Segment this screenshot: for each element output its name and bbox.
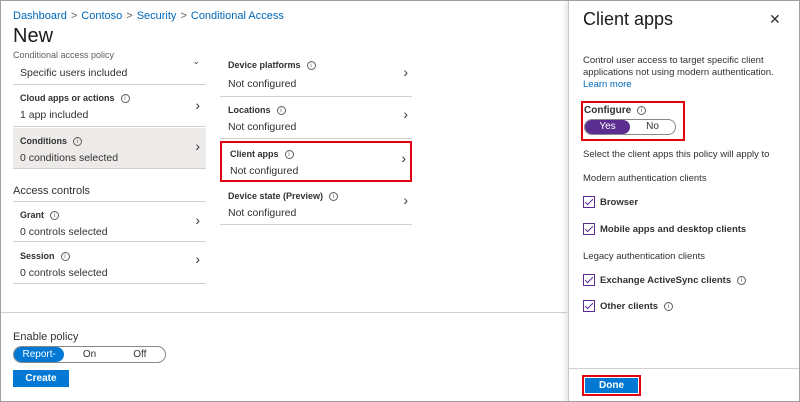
client-apps-title: Client apps i [230,149,294,160]
info-icon: i [637,105,647,115]
info-icon: i [73,137,82,147]
client-apps-value: Not configured [230,165,299,177]
users-row[interactable]: Specific users included ⌄ [13,56,206,85]
info-icon: i [329,192,339,202]
conditions-title: Conditions i [20,136,82,147]
checkbox-checked-icon [583,300,595,312]
info-icon: i [284,150,294,160]
info-icon: i [60,252,70,262]
device-platforms-title: Device platforms i [228,60,316,71]
chevron-right-icon: › [403,106,408,122]
info-icon: i [50,211,60,221]
done-button[interactable]: Done [585,378,638,393]
other-clients-checkbox[interactable]: Other clients i [583,300,674,312]
browser-checkbox[interactable]: Browser [583,196,638,208]
breadcrumb-contoso[interactable]: Contoso [81,10,122,22]
chevron-right-icon: › [401,150,406,166]
checkbox-checked-icon [583,223,595,235]
on-option[interactable]: On [64,347,114,362]
info-icon: i [276,106,286,116]
chevron-right-icon: ⌄ [192,56,200,66]
enable-policy-label: Enable policy [13,331,79,343]
chevron-right-icon: › [403,64,408,80]
grant-title: Grant i [20,210,60,221]
device-state-row[interactable]: Device state (Preview) i Not configured › [220,184,412,225]
panel-description: Control user access to target specific c… [583,55,774,78]
page-title: New [13,25,54,47]
chevron-right-icon: > [180,10,187,22]
chevron-right-icon: › [195,97,200,113]
conditions-value: 0 conditions selected [20,152,119,164]
configure-label: Configure i [584,105,647,116]
checkbox-checked-icon [583,196,595,208]
breadcrumb-conditional-access[interactable]: Conditional Access [191,10,284,22]
session-row[interactable]: Session i 0 controls selected › [13,243,206,284]
configure-no-option[interactable]: No [630,120,675,134]
access-controls-heading: Access controls [13,185,91,197]
cloud-apps-value: 1 app included [20,109,89,121]
locations-title: Locations i [228,105,286,116]
learn-more-link[interactable]: Learn more [583,79,632,90]
create-button[interactable]: Create [13,370,69,387]
cloud-apps-title: Cloud apps or actions i [20,93,130,104]
chevron-right-icon: › [195,212,200,228]
device-state-value: Not configured [228,207,297,219]
chevron-right-icon: > [70,10,78,22]
chevron-right-icon: > [126,10,133,22]
conditions-row[interactable]: Conditions i 0 conditions selected › [13,128,206,169]
report-only-option[interactable]: Report-only [14,347,65,375]
select-client-apps-text: Select the client apps this policy will … [583,149,770,160]
page-subtitle: Conditional access policy [13,50,115,60]
locations-value: Not configured [228,121,297,133]
info-icon: i [306,61,316,71]
modern-auth-heading: Modern authentication clients [583,173,707,184]
cloud-apps-row[interactable]: Cloud apps or actions i 1 app included › [13,86,206,127]
chevron-right-icon: › [195,138,200,154]
grant-value: 0 controls selected [20,226,108,238]
configure-toggle[interactable]: Yes No [584,119,676,135]
legacy-auth-heading: Legacy authentication clients [583,251,705,262]
breadcrumb: Dashboard > Contoso > Security > Conditional A… [13,10,284,22]
checkbox-checked-icon [583,274,595,286]
device-platforms-value: Not configured [228,78,297,90]
locations-row[interactable]: Locations i Not configured › [220,98,412,139]
info-icon: i [120,94,130,104]
chevron-right-icon: › [195,251,200,267]
breadcrumb-security[interactable]: Security [137,10,177,22]
panel-title: Client apps [583,9,674,29]
chevron-right-icon: › [403,192,408,208]
client-apps-row[interactable]: Client apps i Not configured › [220,141,412,182]
device-platforms-row[interactable]: Device platforms i Not configured › [220,56,412,97]
app-window: Dashboard > Contoso > Security > Conditional A… [0,0,800,402]
exchange-activesync-checkbox[interactable]: Exchange ActiveSync clients i [583,274,747,286]
grant-row[interactable]: Grant i 0 controls selected › [13,201,206,242]
session-title: Session i [20,251,70,262]
breadcrumb-dashboard[interactable]: Dashboard [13,10,67,22]
footer-divider [1,312,567,313]
client-apps-panel: Client apps ✕ Control user access to tar… [568,1,799,401]
enable-policy-toggle[interactable]: Report-only On Off [13,346,166,375]
info-icon: i [737,275,747,285]
mobile-desktop-checkbox[interactable]: Mobile apps and desktop clients [583,223,746,235]
off-option[interactable]: Off [115,347,165,362]
configure-yes-option[interactable]: Yes [585,120,630,134]
users-value: Specific users included [20,67,128,79]
device-state-title: Device state (Preview) i [228,191,339,202]
session-value: 0 controls selected [20,267,108,279]
info-icon: i [664,301,674,311]
panel-footer-divider [569,368,799,369]
close-icon[interactable]: ✕ [769,11,781,28]
